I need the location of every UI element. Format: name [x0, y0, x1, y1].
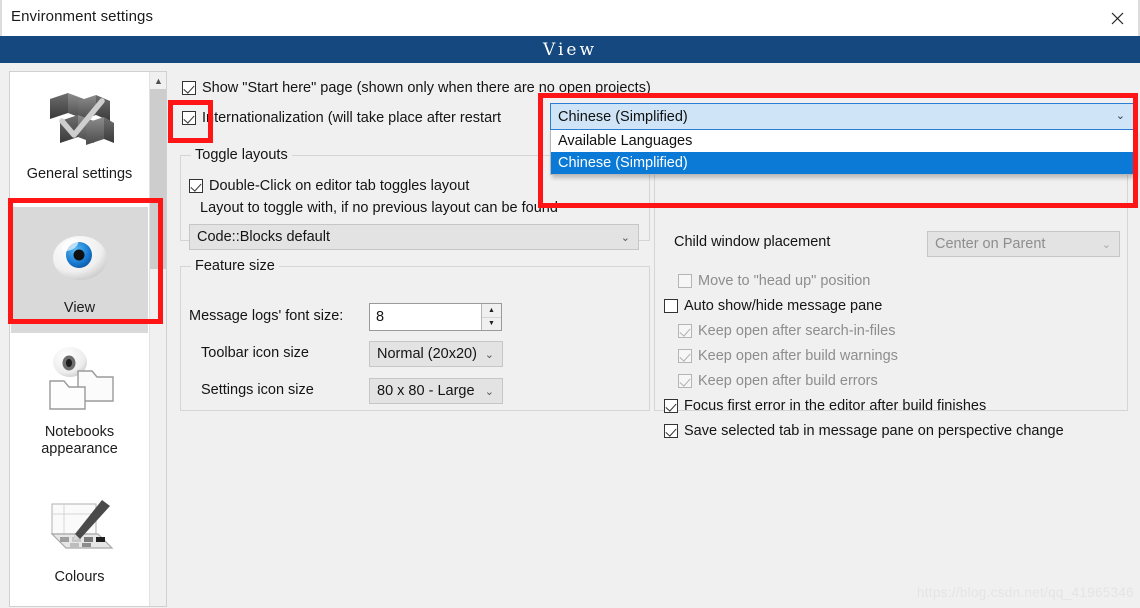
- dropdown-selected-value-field[interactable]: Chinese (Simplified) ⌄: [550, 103, 1135, 130]
- combo-settings-icon-size[interactable]: 80 x 80 - Large ⌄: [369, 378, 503, 404]
- checkbox-box[interactable]: [664, 424, 678, 438]
- spin-value: 8: [376, 309, 385, 325]
- dropdown-value: Chinese (Simplified): [558, 108, 688, 125]
- chevron-down-icon[interactable]: ⌄: [1102, 232, 1111, 256]
- dropdown-available-languages[interactable]: Chinese (Simplified) ⌄ Available Languag…: [550, 103, 1135, 175]
- checkbox-box[interactable]: [664, 299, 678, 313]
- checkbox-label: Double-Click on editor tab toggles layou…: [209, 178, 470, 194]
- window-title: Environment settings: [11, 8, 154, 25]
- window-edge-left: [0, 0, 2, 36]
- window-titlebar: Environment settings: [0, 0, 1140, 36]
- sidebar-item-label: Notebooks appearance: [41, 424, 118, 458]
- triangle-up-icon[interactable]: ▲: [482, 304, 501, 318]
- notebooks-icon: [40, 341, 120, 421]
- sidebar-item-label: General settings: [26, 166, 133, 182]
- checkbox-label: Keep open after build warnings: [698, 348, 898, 364]
- sidebar-item-notebooks-appearance[interactable]: Notebooks appearance: [11, 333, 148, 478]
- checkbox-double-click-toggles-layout[interactable]: Double-Click on editor tab toggles layou…: [189, 176, 469, 196]
- blocks-check-icon: [40, 83, 120, 163]
- chevron-down-icon[interactable]: ⌄: [1116, 109, 1125, 122]
- checkbox-internationalization[interactable]: Internationalization (will take place af…: [182, 108, 501, 128]
- sidebar-item-label: Colours: [54, 569, 105, 585]
- combo-layout-to-toggle[interactable]: Code::Blocks default ⌄: [189, 224, 639, 250]
- watermark: https://blog.csdn.net/qq_41965346: [916, 585, 1134, 600]
- view-settings-panel: Show "Start here" page (shown only when …: [170, 63, 1140, 608]
- checkbox-keep-open-build-warnings: Keep open after build warnings: [678, 346, 898, 366]
- checkbox-box: [678, 374, 692, 388]
- label-toolbar-icon-size: Toolbar icon size: [201, 345, 309, 361]
- label-message-logs-font-size: Message logs' font size:: [189, 308, 344, 324]
- checkbox-box[interactable]: [182, 111, 196, 125]
- checkbox-label: Keep open after search-in-files: [698, 323, 896, 339]
- checkbox-label: Keep open after build errors: [698, 373, 878, 389]
- close-icon[interactable]: [1094, 0, 1140, 36]
- checkbox-label: Focus first error in the editor after bu…: [684, 398, 987, 414]
- spinner-buttons[interactable]: ▲ ▼: [481, 304, 501, 330]
- dropdown-option-list[interactable]: Available Languages Chinese (Simplified): [550, 130, 1135, 175]
- combo-child-window-placement[interactable]: Center on Parent ⌄: [927, 231, 1120, 257]
- chevron-down-icon[interactable]: ⌄: [485, 342, 494, 366]
- checkbox-keep-open-search-in-files: Keep open after search-in-files: [678, 321, 895, 341]
- dropdown-option-label: Available Languages: [558, 133, 693, 149]
- checkbox-box: [678, 274, 692, 288]
- checkbox-box[interactable]: [664, 399, 678, 413]
- checkbox-move-to-head-up: Move to "head up" position: [678, 271, 870, 291]
- group-title: Feature size: [191, 258, 279, 274]
- checkbox-show-start-here[interactable]: Show "Start here" page (shown only when …: [182, 78, 651, 98]
- eye-icon: [40, 217, 120, 297]
- checkbox-auto-show-hide-message-pane[interactable]: Auto show/hide message pane: [664, 296, 882, 316]
- label-child-window-placement: Child window placement: [674, 234, 831, 250]
- combo-toolbar-icon-size[interactable]: Normal (20x20) ⌄: [369, 341, 503, 367]
- chevron-down-icon[interactable]: ⌄: [621, 225, 630, 249]
- dropdown-option-label: Chinese (Simplified): [558, 155, 688, 171]
- page-header: View: [0, 36, 1140, 63]
- chevron-down-icon[interactable]: ⌄: [485, 379, 494, 403]
- checkbox-keep-open-build-errors: Keep open after build errors: [678, 371, 878, 391]
- scrollbar-thumb[interactable]: [150, 89, 166, 269]
- spin-message-logs-font-size[interactable]: 8 ▲ ▼: [369, 303, 502, 331]
- group-title: Toggle layouts: [191, 147, 292, 163]
- settings-sidebar[interactable]: General settings View Notebooks appearan…: [9, 71, 167, 607]
- checkbox-label: Save selected tab in message pane on per…: [684, 423, 1064, 439]
- page-title: View: [542, 39, 598, 60]
- checkbox-label: Auto show/hide message pane: [684, 298, 883, 314]
- checkbox-save-selected-tab[interactable]: Save selected tab in message pane on per…: [664, 421, 1064, 441]
- triangle-down-icon[interactable]: ▼: [482, 317, 501, 330]
- combo-value: Center on Parent: [935, 236, 1046, 252]
- dropdown-option-available-languages[interactable]: Available Languages: [551, 130, 1134, 152]
- sidebar-scrollbar[interactable]: ▲: [149, 72, 166, 606]
- combo-value: Code::Blocks default: [197, 229, 330, 245]
- label-settings-icon-size: Settings icon size: [201, 382, 314, 398]
- chevron-up-icon[interactable]: ▲: [150, 72, 166, 89]
- combo-value: 80 x 80 - Large: [377, 383, 475, 399]
- combo-value: Normal (20x20): [377, 346, 477, 362]
- checkbox-box: [678, 324, 692, 338]
- layout-toggle-hint: Layout to toggle with, if no previous la…: [200, 200, 558, 216]
- sidebar-item-colours[interactable]: Colours: [11, 478, 148, 603]
- checkbox-label: Move to "head up" position: [698, 273, 871, 289]
- checkbox-box[interactable]: [189, 179, 203, 193]
- dialog-body: General settings View Notebooks appearan…: [0, 63, 1140, 608]
- checkbox-focus-first-error[interactable]: Focus first error in the editor after bu…: [664, 396, 986, 416]
- checkbox-label: Internationalization (will take place af…: [202, 110, 502, 126]
- checkbox-label: Show "Start here" page (shown only when …: [202, 80, 651, 96]
- palette-brush-icon: [40, 486, 120, 566]
- checkbox-box: [678, 349, 692, 363]
- sidebar-item-general-settings[interactable]: General settings: [11, 73, 148, 207]
- dropdown-option-chinese-simplified[interactable]: Chinese (Simplified): [551, 152, 1134, 174]
- checkbox-box[interactable]: [182, 81, 196, 95]
- sidebar-item-view[interactable]: View: [11, 207, 148, 333]
- sidebar-item-label: View: [63, 300, 96, 316]
